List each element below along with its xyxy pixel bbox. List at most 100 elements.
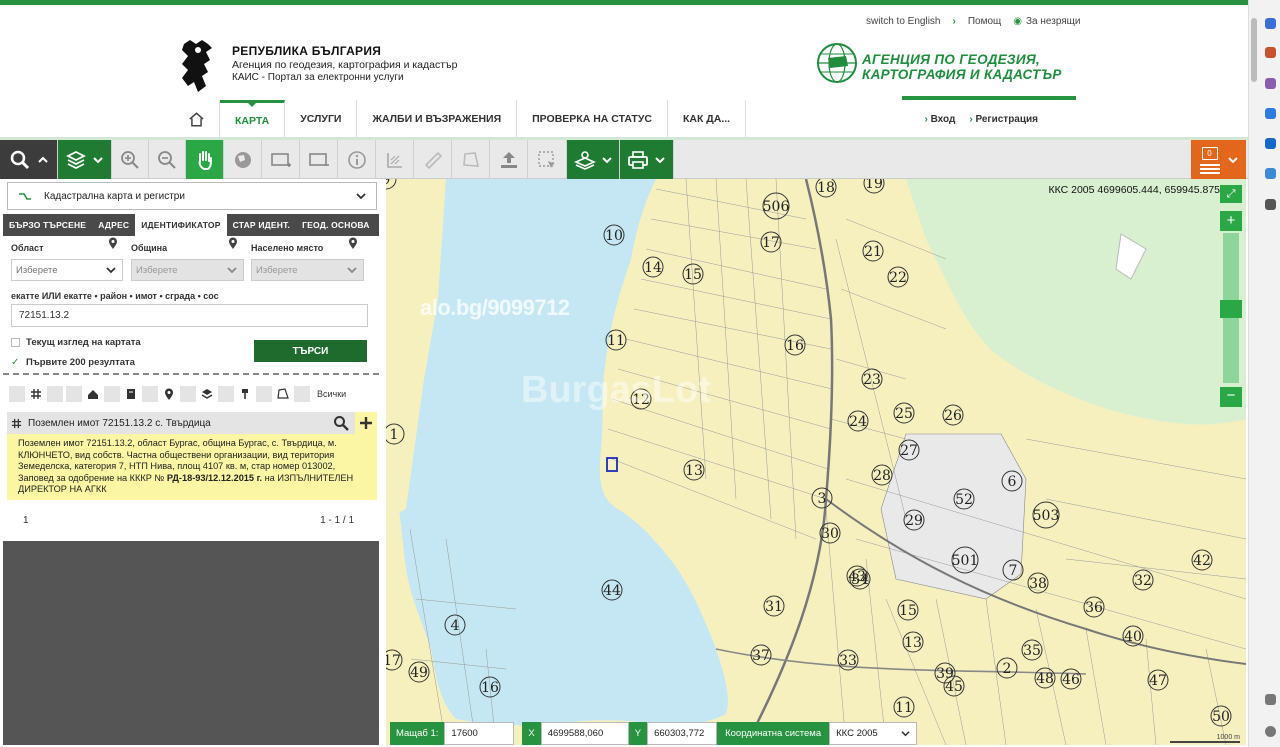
- extension-icon[interactable]: [1265, 18, 1276, 29]
- filter-checkbox[interactable]: [66, 386, 82, 402]
- nav-item-map[interactable]: КАРТА: [220, 100, 286, 138]
- nav-item-complaints[interactable]: ЖАЛБИ И ВЪЗРАЖЕНИЯ: [357, 100, 518, 138]
- parcel-label: 506: [763, 199, 790, 215]
- parcel-label: 52: [955, 492, 973, 508]
- select-rect-button[interactable]: [262, 140, 300, 179]
- municipality-select[interactable]: Изберете: [131, 259, 244, 281]
- help-link[interactable]: Помощ: [968, 16, 1001, 27]
- parcel-boundary: [825, 508, 847, 745]
- zoom-to-icon[interactable]: [333, 415, 349, 431]
- result-type-filters: Всички: [9, 386, 346, 402]
- plus-icon[interactable]: [1265, 199, 1276, 210]
- tab-geodetic-base[interactable]: ГЕОД. ОСНОВА: [296, 214, 376, 236]
- gear-icon[interactable]: [1265, 726, 1276, 737]
- marker-filter-icon[interactable]: [237, 386, 253, 402]
- cadastral-map[interactable]: 18 19 506 17 10 21 22 14 15 11 16 23 25 26 24 12 27 28 13 3…: [386, 179, 1246, 745]
- tab-address[interactable]: АДРЕС: [92, 214, 135, 236]
- filter-checkbox[interactable]: [218, 386, 234, 402]
- x-coordinate-input[interactable]: 4699588,060: [540, 722, 629, 745]
- cart-button[interactable]: 0: [1191, 140, 1246, 179]
- filter-checkbox[interactable]: [47, 386, 63, 402]
- chevron-up-icon: [37, 156, 48, 163]
- tab-quick-search[interactable]: БЪРЗО ТЪРСЕНЕ: [3, 214, 92, 236]
- coat-of-arms-logo[interactable]: [176, 38, 220, 94]
- filter-checkbox-all[interactable]: [294, 386, 310, 402]
- parcel-boundary: [715, 179, 737, 500]
- location-pin-icon[interactable]: [348, 237, 358, 250]
- add-to-cart-button[interactable]: [355, 412, 377, 434]
- zoom-slider-handle[interactable]: [1220, 300, 1242, 318]
- pan-button[interactable]: [186, 140, 224, 179]
- apartment-filter-icon[interactable]: [123, 386, 139, 402]
- nav-home[interactable]: [174, 100, 220, 138]
- highlighted-parcel[interactable]: [606, 457, 618, 472]
- settlement-select[interactable]: Изберете: [251, 259, 364, 281]
- zoom-in-button[interactable]: [112, 140, 149, 179]
- layer-select[interactable]: Кадастрална карта и регистри: [7, 182, 377, 210]
- outlook-icon[interactable]: [1265, 138, 1276, 149]
- parcel-label: 42: [1193, 553, 1211, 569]
- copilot-icon[interactable]: [1265, 108, 1276, 119]
- browser-side-strip: [1248, 0, 1280, 747]
- filter-checkbox[interactable]: [104, 386, 120, 402]
- first-200-checkbox[interactable]: ✓ Първите 200 резултата: [11, 357, 135, 368]
- area-icon: [277, 388, 289, 399]
- search-button[interactable]: ТЪРСИ: [254, 340, 367, 362]
- agency-globe-logo[interactable]: [816, 42, 858, 84]
- person-icon[interactable]: [1265, 78, 1276, 89]
- region-select[interactable]: Изберете: [11, 259, 123, 281]
- select-rect-remove-button[interactable]: [300, 140, 338, 179]
- info-button[interactable]: [338, 140, 376, 179]
- filter-checkbox[interactable]: [142, 386, 158, 402]
- area-button[interactable]: [452, 140, 490, 179]
- identifier-input[interactable]: 72151.13.2: [11, 304, 368, 327]
- sidebar-toggle-icon[interactable]: [1265, 694, 1276, 705]
- fullscreen-button[interactable]: ⤢: [1220, 185, 1242, 203]
- tab-old-identifier[interactable]: СТАР ИДЕНТ.: [227, 214, 297, 236]
- scale-input[interactable]: 17600: [444, 722, 515, 745]
- measure-grid-button[interactable]: [376, 140, 414, 179]
- nav-item-status-check[interactable]: ПРОВЕРКА НА СТАТУС: [517, 100, 668, 138]
- crs-select[interactable]: ККС 2005: [829, 722, 918, 745]
- nav-item-services[interactable]: УСЛУГИ: [285, 100, 358, 138]
- send-icon[interactable]: [1265, 168, 1276, 179]
- layer-visibility-button[interactable]: [567, 140, 620, 179]
- location-pin-icon[interactable]: [108, 237, 118, 250]
- parcel-label: 16: [481, 680, 499, 696]
- layers-tool-button[interactable]: [58, 140, 112, 179]
- location-pin-icon[interactable]: [228, 237, 238, 250]
- result-order-link[interactable]: РД-18-93/12.12.2015 г.: [167, 473, 262, 483]
- globe-button[interactable]: [224, 140, 262, 179]
- filter-checkbox[interactable]: [256, 386, 272, 402]
- filter-checkbox[interactable]: [9, 386, 25, 402]
- ruler-button[interactable]: [414, 140, 452, 179]
- zoom-out-button[interactable]: [149, 140, 186, 179]
- layer-filter-icon[interactable]: [199, 386, 215, 402]
- current-view-checkbox[interactable]: Текущ изглед на картата: [11, 337, 141, 348]
- zoom-out-map-button[interactable]: −: [1220, 387, 1242, 407]
- map-canvas[interactable]: 18 195061710212214 1511 162325 2624122728133…: [386, 179, 1246, 745]
- grid-filter-icon[interactable]: [28, 386, 44, 402]
- tab-identifier[interactable]: ИДЕНТИФИКАТОР: [135, 214, 227, 236]
- area-filter-icon[interactable]: [275, 386, 291, 402]
- search-tool-button[interactable]: [0, 140, 58, 179]
- upload-button[interactable]: [490, 140, 528, 179]
- filter-checkbox[interactable]: [180, 386, 196, 402]
- accessibility-link[interactable]: За незрящи: [1026, 16, 1081, 27]
- scrollbar[interactable]: [1251, 18, 1257, 82]
- register-link[interactable]: › Регистрация: [969, 114, 1038, 125]
- zoom-in-map-button[interactable]: +: [1220, 211, 1242, 231]
- result-header[interactable]: Поземлен имот 72151.13.2 с. Твърдица: [7, 412, 377, 434]
- nav-item-howto[interactable]: КАК ДА...: [668, 100, 747, 138]
- login-link[interactable]: › Вход: [924, 114, 955, 125]
- point-filter-icon[interactable]: [161, 386, 177, 402]
- parcel-label: 48: [1036, 671, 1054, 687]
- switch-english-link[interactable]: switch to English: [866, 16, 940, 27]
- page-number[interactable]: 1: [23, 515, 29, 526]
- print-button[interactable]: [620, 140, 674, 179]
- select-region-button[interactable]: [528, 140, 567, 179]
- y-coordinate-input[interactable]: 660303,772: [647, 722, 718, 745]
- org-title: РЕПУБЛИКА БЪЛГАРИЯ: [232, 44, 382, 58]
- briefcase-icon[interactable]: [1265, 47, 1276, 58]
- building-filter-icon[interactable]: [85, 386, 101, 402]
